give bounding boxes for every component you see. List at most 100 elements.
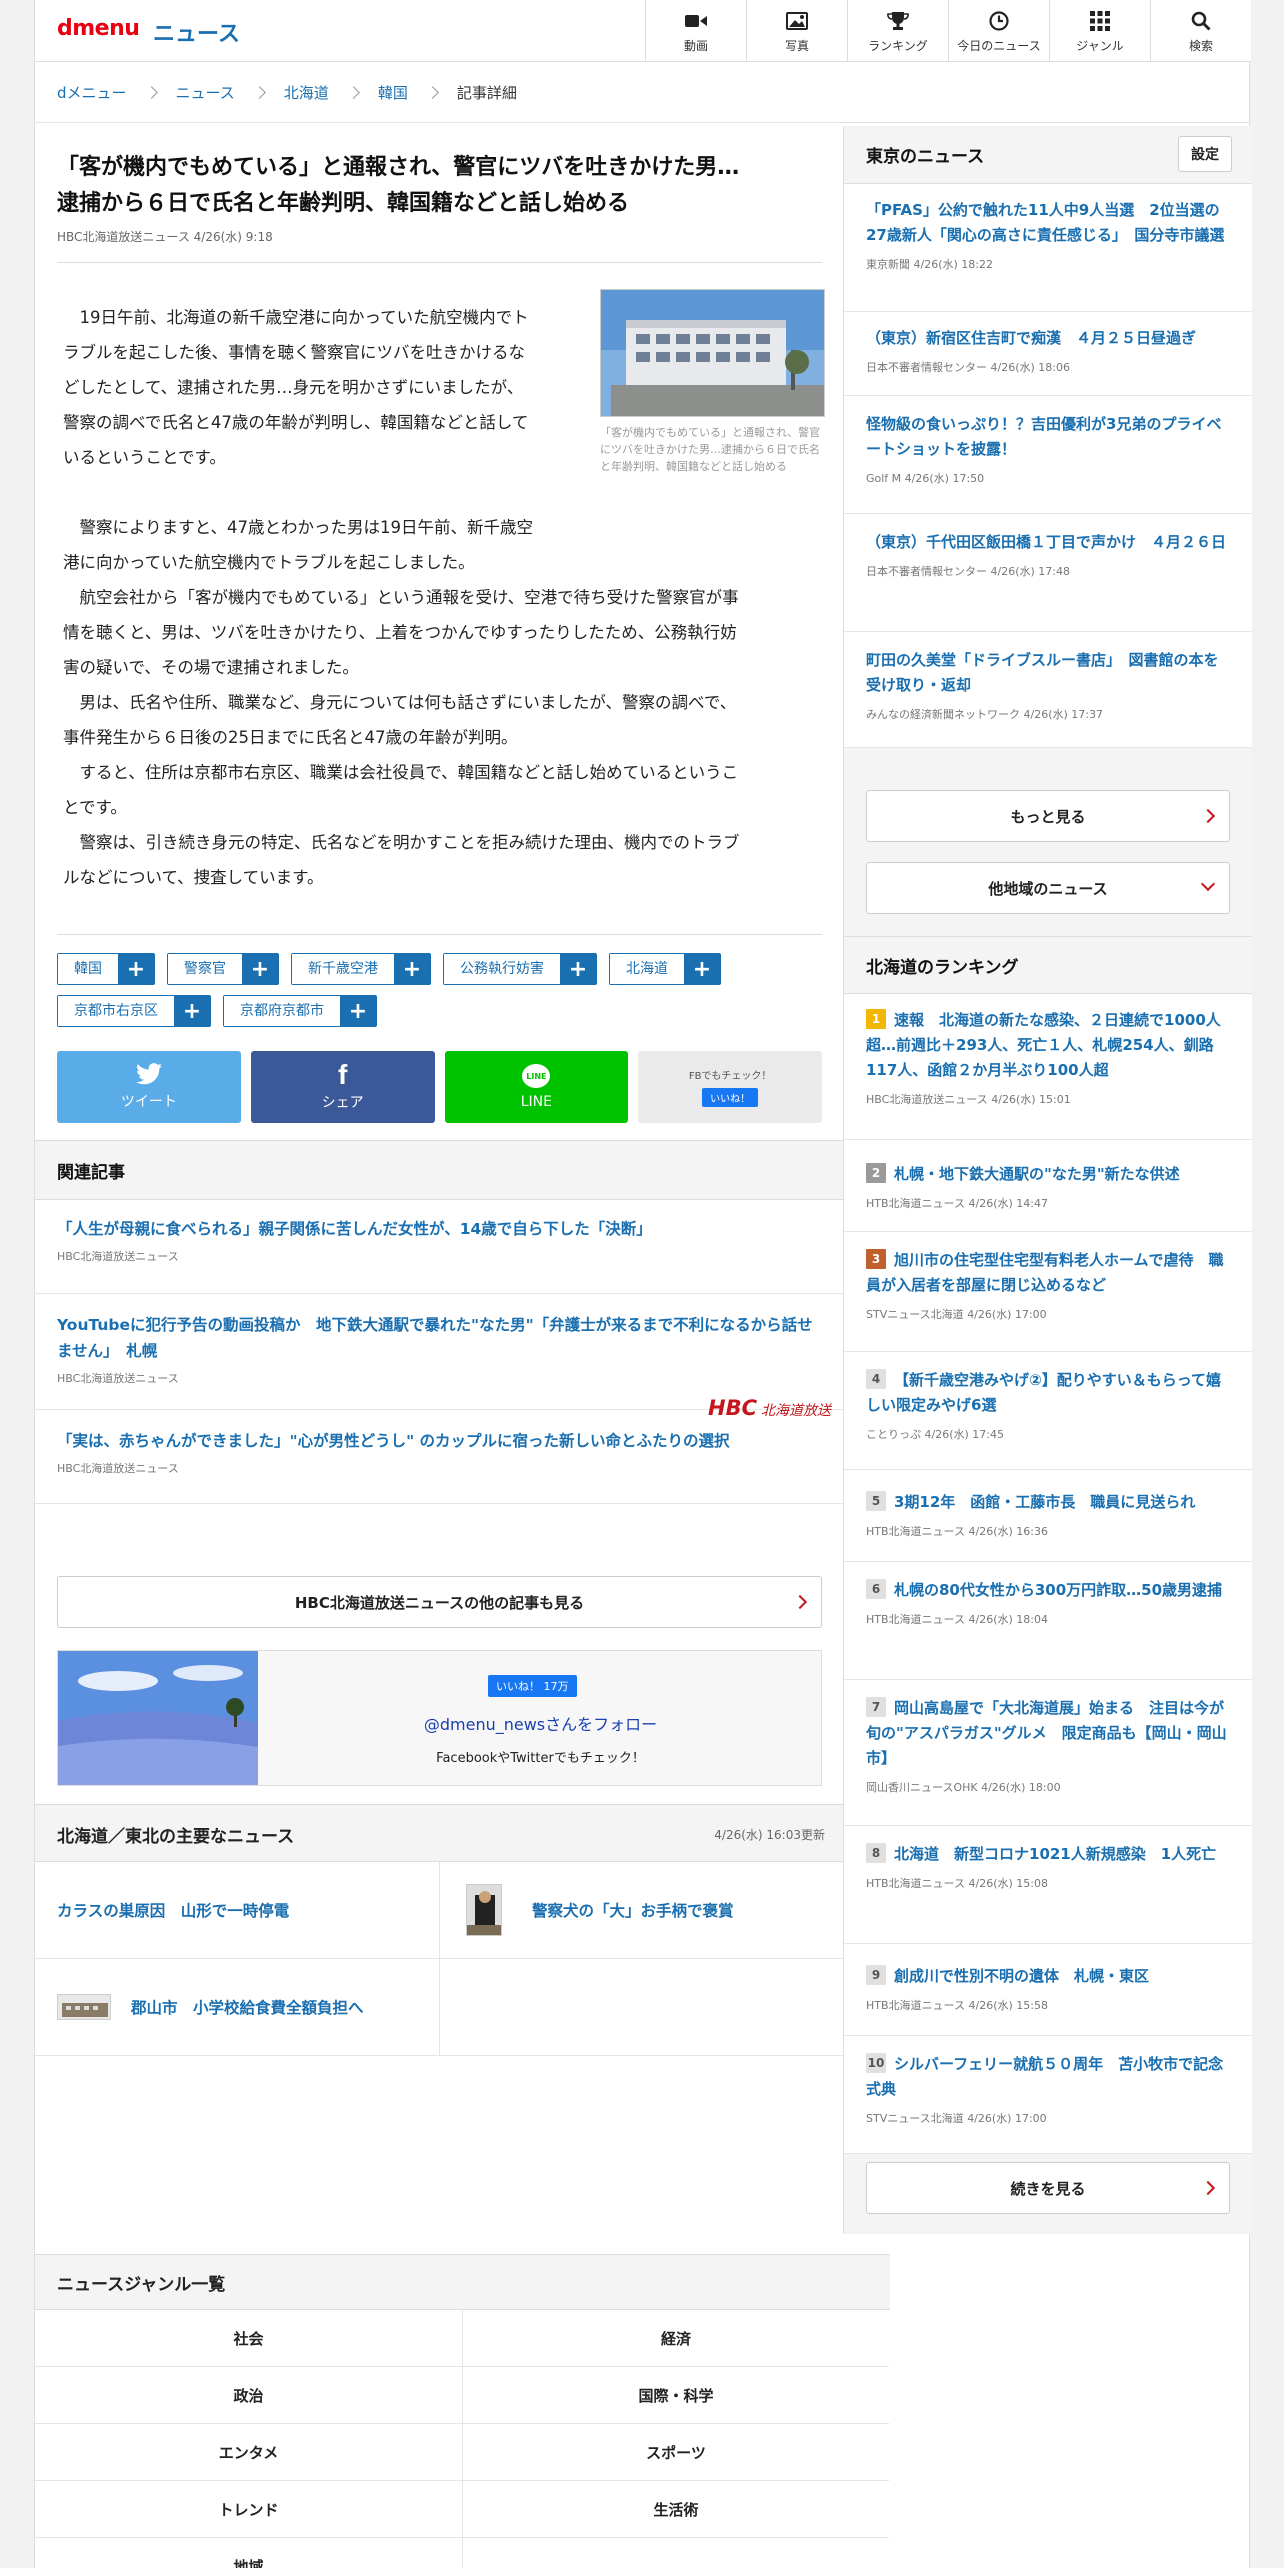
breadcrumb-korea[interactable]: 韓国 (378, 82, 408, 103)
plus-icon[interactable]: + (340, 996, 376, 1026)
page: dmenu ニュース 動画 写真 ランキング 今日のニュース ジャンル 検索 d… (34, 0, 1252, 2568)
ranking-title[interactable]: 8 北海道 新型コロナ1021人新規感染 1人死亡 (866, 1842, 1230, 1867)
tokyo-news-item[interactable]: 「PFAS」公約で触れた11人中9人当選 2位当選の27歳新人「関心の高さに責任… (844, 184, 1252, 312)
nav-today[interactable]: 今日のニュース (948, 0, 1049, 62)
settings-button[interactable]: 設定 (1178, 136, 1232, 172)
facebook-share-button[interactable]: f シェア (250, 1051, 435, 1123)
regional-heading: 北海道／東北の主要なニュース 4/26(水) 16:03更新 (35, 1804, 843, 1862)
regional-news-title[interactable]: 警察犬の「大」お手柄で褒賞 (532, 1899, 734, 1921)
news-title[interactable]: （東京）千代田区飯田橋１丁目で声かけ ４月２６日 (866, 530, 1230, 555)
tokyo-news-item[interactable]: 町田の久美堂「ドライブスルー書店」 図書館の本を受け取り・返却 みんなの経済新聞… (844, 632, 1252, 748)
nav-search[interactable]: 検索 (1150, 0, 1251, 62)
genre-link[interactable]: スポーツ (462, 2424, 889, 2481)
regional-news-title[interactable]: カラスの巣原因 山形で一時停電 (57, 1899, 289, 1921)
ranking-title[interactable]: 4 【新千歳空港みやげ②】配りやすい＆もらって嬉しい限定みやげ6選 (866, 1368, 1230, 1418)
tag-follow[interactable]: 新千歳空港 + (291, 953, 431, 985)
plus-icon[interactable]: + (394, 954, 430, 984)
ranking-more-button[interactable]: 続きを見る (866, 2162, 1230, 2214)
plus-icon[interactable]: + (242, 954, 278, 984)
news-title[interactable]: （東京）新宿区住吉町で痴漢 ４月２５日昼過ぎ (866, 326, 1230, 351)
ranking-title[interactable]: 7 岡山高島屋で「大北海道展」始まる 注目は今が旬の"アスパラガス"グルメ 限定商… (866, 1696, 1230, 1771)
ranking-item[interactable]: 7 岡山高島屋で「大北海道展」始まる 注目は今が旬の"アスパラガス"グルメ 限定商… (844, 1680, 1252, 1826)
tag-follow[interactable]: 公務執行妨害 + (443, 953, 597, 985)
news-thumbnail (466, 1884, 502, 1936)
breadcrumb-dmenu[interactable]: dメニュー (57, 82, 127, 103)
genre-link[interactable]: 政治 (35, 2367, 462, 2424)
nav-video[interactable]: 動画 (645, 0, 746, 62)
ranking-title[interactable]: 6 札幌の80代女性から300万円詐取…50歳男逮捕 (866, 1578, 1230, 1603)
hbc-logo[interactable]: HBC 北海道放送 (708, 1396, 831, 1420)
regional-news-item[interactable]: カラスの巣原因 山形で一時停電 (35, 1862, 439, 1959)
tweet-label: ツイート (120, 1094, 177, 1110)
ranking-title[interactable]: 1 速報 北海道の新たな感染、２日連続で1000人超…前週比＋293人、死亡１人、… (866, 1008, 1230, 1083)
fb-like-button[interactable]: いいね！ (702, 1088, 759, 1107)
nav-photo[interactable]: 写真 (746, 0, 847, 62)
genre-link[interactable]: エンタメ (35, 2424, 462, 2481)
dmenu-logo[interactable]: dmenu (57, 16, 140, 41)
sns-check-text: FacebookやTwitterでもチェック！ (436, 1751, 645, 1766)
tag-follow[interactable]: 京都市右京区 + (57, 995, 211, 1027)
provider-more-button[interactable]: HBC北海道放送ニュースの他の記事も見る (57, 1576, 822, 1628)
chevron-right-icon (144, 86, 158, 99)
regional-news-item[interactable]: 郡山市 小学校給食費全額負担へ (35, 1959, 439, 2056)
ranking-item[interactable]: 8 北海道 新型コロナ1021人新規感染 1人死亡 HTB北海道ニュース 4/26… (844, 1826, 1252, 1944)
ranking-item[interactable]: 5 3期12年 函館・工藤市長 職員に見送られ HTB北海道ニュース 4/26(水… (844, 1470, 1252, 1562)
nav-ranking[interactable]: ランキング (847, 0, 948, 62)
line-share-button[interactable]: LINE LINE (444, 1051, 629, 1123)
other-regions-button[interactable]: 他地域のニュース (866, 862, 1230, 914)
tag-follow[interactable]: 警察官 + (167, 953, 279, 985)
plus-icon[interactable]: + (684, 954, 720, 984)
genre-link[interactable]: 地域 (35, 2538, 462, 2568)
breadcrumb-news[interactable]: ニュース (176, 82, 235, 103)
regional-news-item[interactable]: 警察犬の「大」お手柄で褒賞 (439, 1862, 843, 1959)
news-section-title[interactable]: ニュース (153, 16, 240, 48)
tag-follow[interactable]: 北海道 + (609, 953, 721, 985)
ranking-title[interactable]: 2 札幌・地下鉄大通駅の"なた男"新たな供述 (866, 1162, 1230, 1187)
ranking-item[interactable]: 4 【新千歳空港みやげ②】配りやすい＆もらって嬉しい限定みやげ6選 ことりっぷ 4… (844, 1352, 1252, 1470)
plus-icon[interactable]: + (118, 954, 154, 984)
article-photo[interactable] (600, 289, 825, 417)
genre-link[interactable]: 国際・科学 (462, 2367, 889, 2424)
ranking-title[interactable]: 5 3期12年 函館・工藤市長 職員に見送られ (866, 1490, 1230, 1515)
tag-follow[interactable]: 京都府京都市 + (223, 995, 377, 1027)
related-article[interactable]: YouTubeに犯行予告の動画投稿か 地下鉄大通駅で暴れた"なた男"「弁護士が来… (35, 1294, 843, 1410)
related-title[interactable]: 「人生が母親に食べられる」親子関係に苦しんだ女性が、14歳で自ら下した「決断」 (57, 1216, 821, 1242)
article-title: 「客が機内でもめている」と通報され、警官にツバを吐きかけた男… 逮捕から６日で氏… (57, 150, 832, 222)
breadcrumb-hokkaido[interactable]: 北海道 (284, 82, 329, 103)
ranking-more-label: 続きを見る (1010, 2179, 1086, 2198)
ranking-title[interactable]: 3 旭川市の住宅型住宅型有料老人ホームで虐待 職員が入居者を部屋に閉じ込めるなど (866, 1248, 1230, 1298)
genre-link[interactable] (462, 2538, 889, 2568)
genre-link[interactable]: 生活術 (462, 2481, 889, 2538)
related-article[interactable]: 「人生が母親に食べられる」親子関係に苦しんだ女性が、14歳で自ら下した「決断」 … (35, 1200, 843, 1294)
related-title[interactable]: 「実は、赤ちゃんができました」"心が男性どうし" のカップルに宿った新しい命とふ… (57, 1428, 821, 1454)
news-title[interactable]: 「PFAS」公約で触れた11人中9人当選 2位当選の27歳新人「関心の高さに責任… (866, 198, 1230, 248)
tokyo-news-item[interactable]: （東京）新宿区住吉町で痴漢 ４月２５日昼過ぎ 日本不審者情報センター 4/26(… (844, 312, 1252, 396)
follow-link[interactable]: @dmenu_newsさんをフォロー (258, 1711, 823, 1735)
genre-link[interactable]: 社会 (35, 2310, 462, 2367)
plus-icon[interactable]: + (174, 996, 210, 1026)
ranking-title[interactable]: 10 シルバーフェリー就航５０周年 苫小牧市で記念式典 (866, 2052, 1230, 2102)
fb-page-like-button[interactable]: いいね！ 17万 (488, 1675, 577, 1697)
ranking-item[interactable]: 6 札幌の80代女性から300万円詐取…50歳男逮捕 HTB北海道ニュース 4/2… (844, 1562, 1252, 1680)
nav-genre[interactable]: ジャンル (1049, 0, 1150, 62)
tag-follow[interactable]: 韓国 + (57, 953, 155, 985)
news-title[interactable]: 町田の久美堂「ドライブスルー書店」 図書館の本を受け取り・返却 (866, 648, 1230, 698)
ranking-item[interactable]: 1 速報 北海道の新たな感染、２日連続で1000人超…前週比＋293人、死亡１人、… (844, 994, 1252, 1140)
regional-news-title[interactable]: 郡山市 小学校給食費全額負担へ (131, 1996, 364, 2018)
ranking-item[interactable]: 3 旭川市の住宅型住宅型有料老人ホームで虐待 職員が入居者を部屋に閉じ込めるなど … (844, 1232, 1252, 1352)
ranking-item[interactable]: 2 札幌・地下鉄大通駅の"なた男"新たな供述 HTB北海道ニュース 4/26(水)… (844, 1140, 1252, 1232)
tag-label: 京都府京都市 (224, 996, 340, 1026)
genre-link[interactable]: 経済 (462, 2310, 889, 2367)
tokyo-news-item[interactable]: （東京）千代田区飯田橋１丁目で声かけ ４月２６日 日本不審者情報センター 4/2… (844, 514, 1252, 632)
ranking-item[interactable]: 9 創成川で性別不明の遺体 札幌・東区 HTB北海道ニュース 4/26(水) 15… (844, 1944, 1252, 2036)
plus-icon[interactable]: + (560, 954, 596, 984)
ranking-item[interactable]: 10 シルバーフェリー就航５０周年 苫小牧市で記念式典 STVニュース北海道 4/… (844, 2036, 1252, 2154)
genre-link[interactable]: トレンド (35, 2481, 462, 2538)
news-title[interactable]: 怪物級の食いっぷり！？吉田優利が3兄弟のプライベートショットを披露！ (866, 412, 1230, 462)
related-article[interactable]: 「実は、赤ちゃんができました」"心が男性どうし" のカップルに宿った新しい命とふ… (35, 1410, 843, 1504)
tokyo-news-item[interactable]: 怪物級の食いっぷり！？吉田優利が3兄弟のプライベートショットを披露！ Golf … (844, 396, 1252, 514)
more-button[interactable]: もっと見る (866, 790, 1230, 842)
related-title[interactable]: YouTubeに犯行予告の動画投稿か 地下鉄大通駅で暴れた"なた男"「弁護士が来… (57, 1312, 821, 1364)
tweet-button[interactable]: ツイート (57, 1051, 241, 1123)
ranking-title[interactable]: 9 創成川で性別不明の遺体 札幌・東区 (866, 1964, 1230, 1989)
